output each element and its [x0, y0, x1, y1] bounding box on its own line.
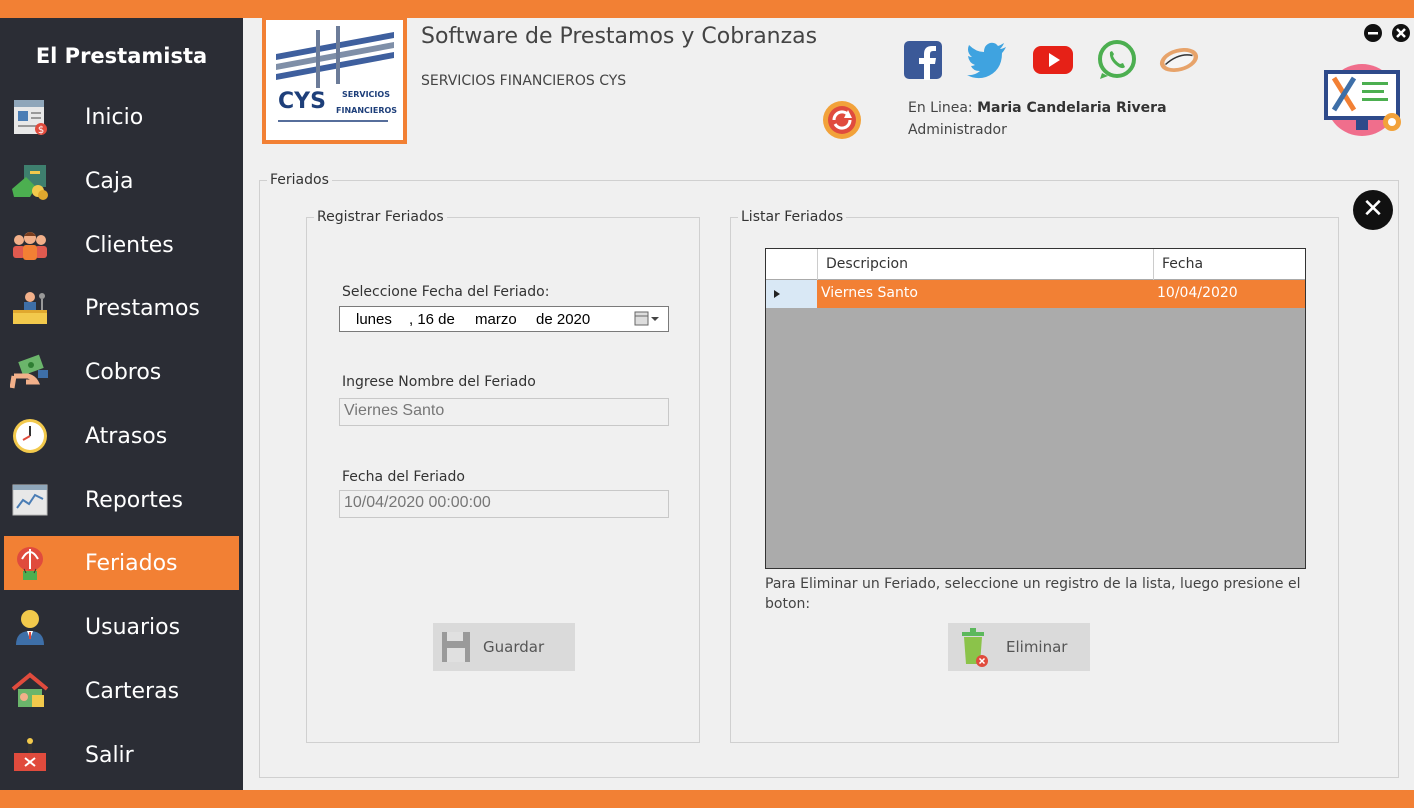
sidebar-item-label: Salir: [85, 742, 134, 768]
sidebar-item-label: Clientes: [85, 232, 174, 258]
floppy-disk-icon: [441, 631, 471, 663]
trash-can-icon: [958, 626, 990, 668]
svg-text:CYS: CYS: [278, 89, 326, 114]
date-day: , 16 de: [409, 311, 455, 328]
svg-text:$: $: [38, 125, 44, 136]
holiday-name-input[interactable]: Viernes Santo: [339, 398, 669, 426]
date-select-label: Seleccione Fecha del Feriado:: [342, 284, 550, 300]
user-icon: [8, 605, 52, 649]
refresh-icon[interactable]: [822, 100, 862, 140]
user-role: Administrador: [908, 122, 1007, 138]
sidebar-item-feriados[interactable]: Feriados: [4, 536, 239, 590]
online-status: En Linea: Maria Candelaria Rivera: [908, 100, 1167, 116]
holiday-date-field[interactable]: 10/04/2020 00:00:00: [339, 490, 669, 518]
sidebar-item-reportes[interactable]: Reportes: [4, 473, 239, 527]
twitter-icon[interactable]: [966, 40, 1008, 80]
row-selector[interactable]: [766, 280, 817, 308]
svg-text:SERVICIOS: SERVICIOS: [342, 90, 390, 99]
youtube-icon[interactable]: [1032, 40, 1074, 80]
delete-help-text: Para Eliminar un Feriado, seleccione un …: [765, 576, 1301, 612]
table-row[interactable]: Viernes Santo 10/04/2020: [766, 280, 1305, 308]
mouse-icon[interactable]: [1158, 40, 1200, 80]
cell-descripcion: Viernes Santo: [821, 285, 918, 301]
holiday-icon: [8, 541, 52, 585]
save-button[interactable]: Guardar: [433, 623, 575, 671]
clients-icon: [8, 223, 52, 267]
holiday-date-picker[interactable]: lunes , 16 de marzo de 2020: [339, 306, 669, 332]
online-user-name: Maria Candelaria Rivera: [977, 100, 1167, 116]
report-chart-icon: [8, 478, 52, 522]
calendar-dropdown-icon[interactable]: [634, 310, 664, 328]
registrar-feriados-title: Registrar Feriados: [314, 209, 447, 225]
clock-icon: [8, 414, 52, 458]
sidebar-item-clientes[interactable]: Clientes: [4, 218, 239, 272]
delete-button[interactable]: Eliminar: [948, 623, 1090, 671]
sidebar-item-salir[interactable]: Salir: [4, 728, 239, 782]
sidebar-item-label: Usuarios: [85, 614, 181, 640]
sidebar-item-inicio[interactable]: $ Inicio: [4, 90, 239, 144]
grid-header: Descripcion Fecha: [766, 249, 1305, 280]
whatsapp-icon[interactable]: [1096, 40, 1138, 80]
portfolio-house-icon: [8, 669, 52, 713]
top-accent-bar: [0, 0, 1414, 18]
date-year: de 2020: [536, 311, 591, 328]
exit-icon: [8, 733, 52, 777]
column-header-descripcion[interactable]: Descripcion: [817, 249, 1153, 280]
feriados-panel-title: Feriados: [267, 172, 332, 188]
sidebar-item-label: Cobros: [85, 359, 162, 385]
sidebar-item-label: Carteras: [85, 678, 180, 704]
delete-button-label: Eliminar: [1006, 638, 1068, 656]
bottom-accent-bar: [0, 790, 1414, 808]
save-button-label: Guardar: [483, 638, 545, 656]
row-pointer-icon: [774, 290, 780, 298]
sidebar-item-carteras[interactable]: Carteras: [4, 664, 239, 718]
row-header-corner: [766, 249, 817, 280]
sidebar-item-label: Reportes: [85, 487, 183, 513]
company-name: SERVICIOS FINANCIEROS CYS: [421, 73, 627, 89]
sidebar-item-usuarios[interactable]: Usuarios: [4, 600, 239, 654]
sidebar-item-cobros[interactable]: Cobros: [4, 345, 239, 399]
listar-feriados-title: Listar Feriados: [738, 209, 847, 225]
company-logo: CYS SERVICIOS FINANCIEROS: [262, 16, 407, 144]
invoice-icon: $: [8, 95, 52, 139]
cell-fecha: 10/04/2020: [1157, 285, 1238, 301]
date-weekday: lunes: [356, 311, 392, 328]
date-month: marzo: [475, 311, 517, 328]
sidebar-item-atrasos[interactable]: Atrasos: [4, 409, 239, 463]
app-subtitle: Software de Prestamos y Cobranzas: [421, 24, 818, 49]
cash-box-icon: [8, 159, 52, 203]
minimize-button[interactable]: [1364, 24, 1382, 42]
holiday-name-label: Ingrese Nombre del Feriado: [342, 374, 536, 390]
sidebar-item-label: Caja: [85, 168, 134, 194]
close-window-button[interactable]: [1392, 24, 1410, 42]
facebook-icon[interactable]: [902, 40, 944, 80]
holidays-grid[interactable]: Descripcion Fecha Viernes Santo 10/04/20…: [765, 248, 1306, 569]
sidebar-item-caja[interactable]: Caja: [4, 154, 239, 208]
sidebar-item-label: Atrasos: [85, 423, 168, 449]
sidebar-item-label: Prestamos: [85, 295, 200, 321]
close-panel-button[interactable]: ✕: [1353, 190, 1393, 230]
settings-monitor-icon[interactable]: [1320, 62, 1404, 142]
svg-text:FINANCIEROS: FINANCIEROS: [336, 106, 397, 115]
sidebar-item-label: Inicio: [85, 104, 144, 130]
money-hand-icon: [8, 350, 52, 394]
sidebar-item-label: Feriados: [85, 550, 178, 576]
sidebar-item-prestamos[interactable]: Prestamos: [4, 281, 239, 335]
selected-row[interactable]: Viernes Santo 10/04/2020: [817, 280, 1305, 308]
column-header-fecha[interactable]: Fecha: [1153, 249, 1305, 280]
online-label: En Linea:: [908, 100, 973, 116]
app-title: El Prestamista: [35, 44, 208, 68]
holiday-date-label: Fecha del Feriado: [342, 469, 465, 485]
loan-desk-icon: [8, 286, 52, 330]
